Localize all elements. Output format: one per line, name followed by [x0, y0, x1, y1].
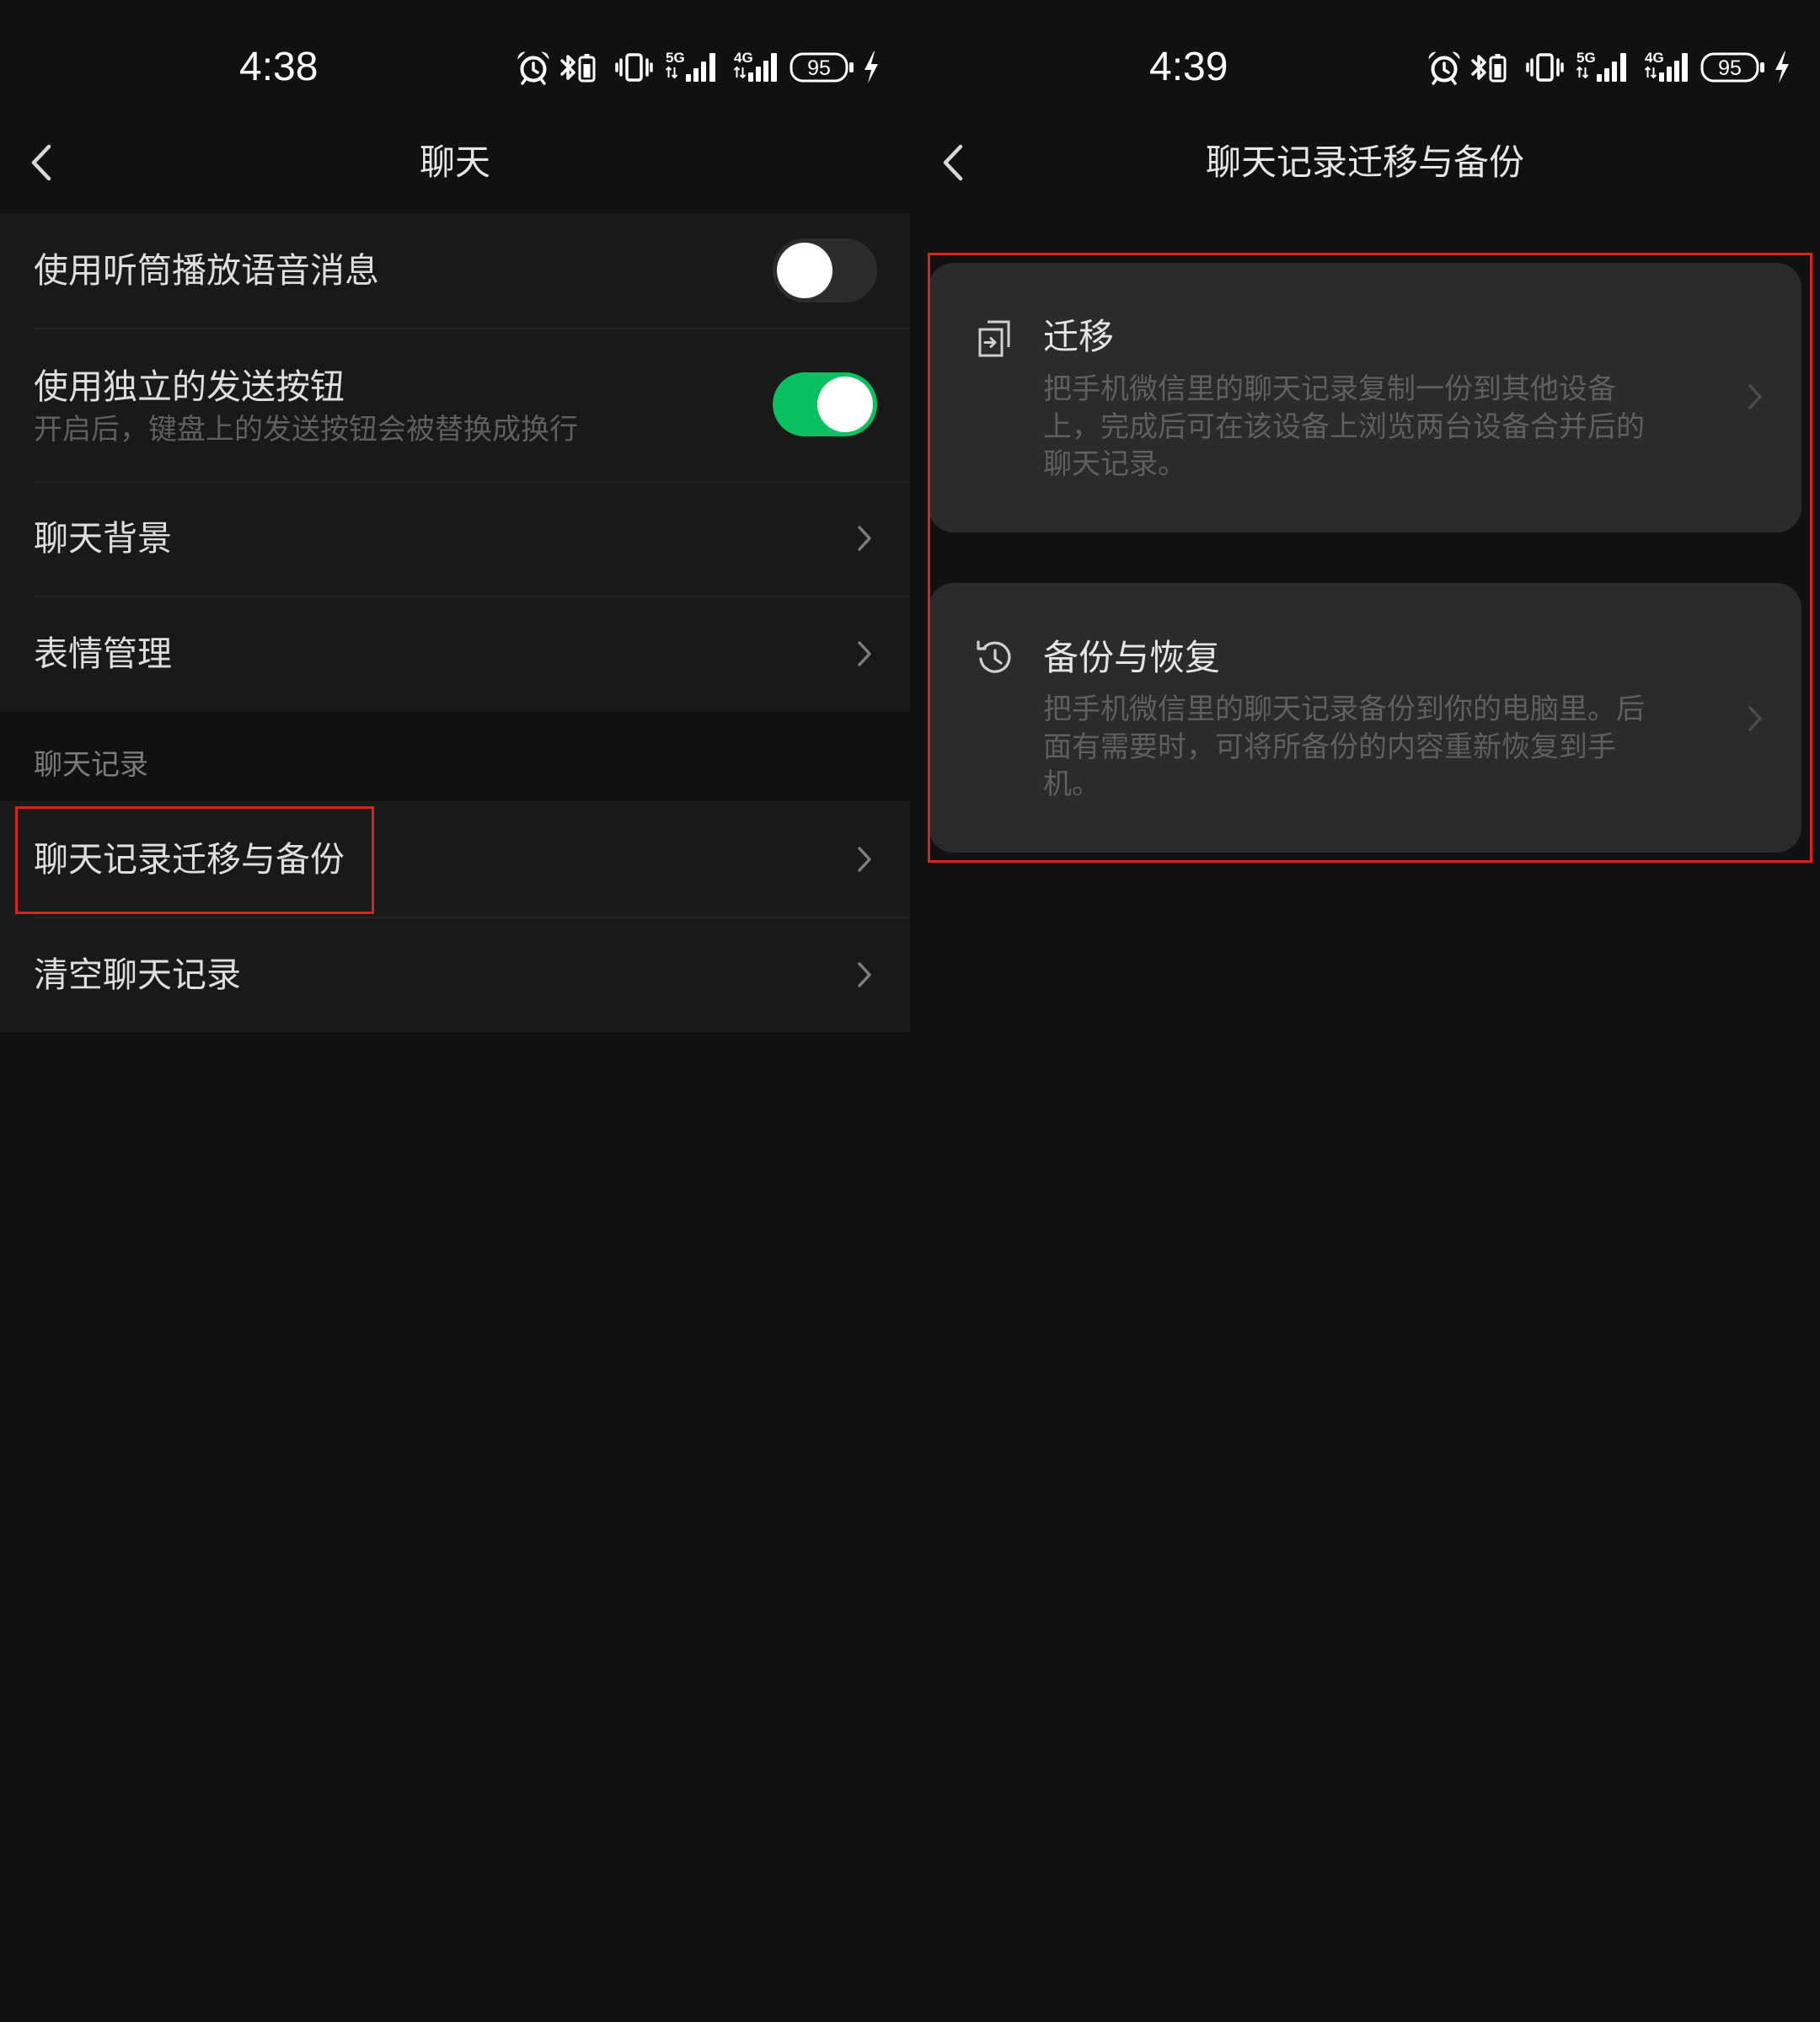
- card-description: 把手机微信里的聊天记录复制一份到其他设备 上，完成后可在该设备上浏览两台设备合并…: [1043, 371, 1645, 484]
- send-button-toggle[interactable]: [773, 372, 877, 436]
- setting-label: 使用独立的发送按钮: [34, 367, 345, 406]
- migrate-card[interactable]: 迁移 把手机微信里的聊天记录复制一份到其他设备 上，完成后可在该设备上浏览两台设…: [929, 263, 1801, 532]
- description-line: 把手机微信里的聊天记录复制一份到其他设备: [1043, 373, 1616, 405]
- setting-row-chat-background[interactable]: 聊天背景: [0, 481, 910, 596]
- setting-label: 聊天记录迁移与备份: [34, 839, 345, 879]
- back-button[interactable]: [29, 143, 54, 182]
- status-time: 4:39: [1149, 45, 1228, 89]
- description-line: 聊天记录。: [1043, 448, 1186, 480]
- description-line: 机。: [1043, 768, 1100, 800]
- card-title: 备份与恢复: [1043, 638, 1221, 677]
- settings-group-chat-history: 聊天记录迁移与备份 清空聊天记录: [0, 801, 910, 1032]
- page-title: 聊天: [419, 142, 490, 182]
- card-title: 迁移: [1043, 317, 1115, 356]
- setting-text: 使用独立的发送按钮 开启后，键盘上的发送按钮会被替换成换行: [34, 365, 578, 449]
- status-time: 4:38: [239, 45, 318, 89]
- toggle-knob: [777, 243, 832, 298]
- network-label: 5G: [666, 50, 685, 66]
- setting-row-send-button[interactable]: 使用独立的发送按钮 开启后，键盘上的发送按钮会被替换成换行: [0, 328, 910, 481]
- migrate-backup-screen: 4:39 5G 4G 95 聊天记录迁移与备份 迁移 把手机微信里的聊天记录复制…: [910, 0, 1820, 2022]
- section-header: 聊天记录: [34, 749, 148, 781]
- setting-row-earpiece-playback[interactable]: 使用听筒播放语音消息: [0, 213, 910, 328]
- chevron-left-icon: [29, 143, 54, 182]
- chevron-right-icon: [858, 641, 871, 666]
- signal-4g-icon: 4G: [1645, 50, 1689, 83]
- battery-level: 95: [1718, 56, 1742, 80]
- network-label: 4G: [1645, 50, 1664, 66]
- settings-group-general: 使用听筒播放语音消息 使用独立的发送按钮 开启后，键盘上的发送按钮会被替换成换行…: [0, 213, 910, 712]
- charging-icon: [1775, 51, 1789, 83]
- charging-icon: [864, 51, 878, 83]
- setting-label: 清空聊天记录: [34, 955, 241, 994]
- alarm-icon: [1427, 50, 1462, 85]
- alarm-icon: [516, 50, 551, 85]
- vibrate-icon: [615, 53, 653, 82]
- chevron-right-icon: [858, 846, 871, 872]
- bluetooth-battery-icon: [1471, 52, 1507, 83]
- nav-bar: 聊天记录迁移与备份: [910, 110, 1820, 216]
- earpiece-playback-toggle[interactable]: [773, 238, 877, 302]
- chat-settings-screen: 4:38 5G 4G 95 聊天 使用听筒播放语音消息 使用独立的发送按钮 开启…: [0, 0, 910, 2022]
- setting-row-migrate-backup[interactable]: 聊天记录迁移与备份: [0, 801, 910, 917]
- battery-icon: 95: [790, 52, 855, 83]
- setting-subtitle: 开启后，键盘上的发送按钮会被替换成换行: [34, 414, 578, 446]
- chevron-right-icon: [1748, 706, 1762, 731]
- history-icon: [977, 640, 1011, 673]
- backup-restore-card[interactable]: 备份与恢复 把手机微信里的聊天记录备份到你的电脑里。后 面有需要时，可将所备份的…: [929, 583, 1801, 853]
- network-label: 5G: [1576, 50, 1596, 66]
- back-button[interactable]: [940, 143, 966, 182]
- chevron-right-icon: [858, 961, 871, 987]
- signal-4g-icon: 4G: [734, 50, 778, 83]
- description-line: 把手机微信里的聊天记录备份到你的电脑里。后: [1043, 693, 1645, 725]
- page-title: 聊天记录迁移与备份: [1205, 142, 1524, 182]
- setting-row-sticker-management[interactable]: 表情管理: [0, 596, 910, 712]
- setting-label: 聊天背景: [34, 519, 172, 558]
- network-label: 4G: [734, 50, 753, 66]
- chevron-left-icon: [940, 143, 966, 182]
- bluetooth-battery-icon: [560, 52, 596, 83]
- vibrate-icon: [1526, 53, 1564, 82]
- signal-5g-icon: 5G: [666, 50, 716, 83]
- setting-row-clear-history[interactable]: 清空聊天记录: [0, 917, 910, 1032]
- migrate-icon: [978, 320, 1010, 357]
- description-line: 面有需要时，可将所备份的内容重新恢复到手: [1043, 730, 1616, 763]
- signal-5g-icon: 5G: [1576, 50, 1627, 83]
- card-description: 把手机微信里的聊天记录备份到你的电脑里。后 面有需要时，可将所备份的内容重新恢复…: [1043, 691, 1645, 804]
- battery-level: 95: [807, 56, 831, 80]
- description-line: 上，完成后可在该设备上浏览两台设备合并后的: [1043, 410, 1645, 443]
- toggle-knob: [817, 377, 873, 432]
- chevron-right-icon: [858, 526, 871, 551]
- battery-icon: 95: [1700, 52, 1766, 83]
- setting-label: 使用听筒播放语音消息: [34, 251, 379, 290]
- setting-label: 表情管理: [34, 634, 172, 673]
- nav-bar: 聊天: [0, 110, 910, 216]
- chevron-right-icon: [1748, 384, 1762, 409]
